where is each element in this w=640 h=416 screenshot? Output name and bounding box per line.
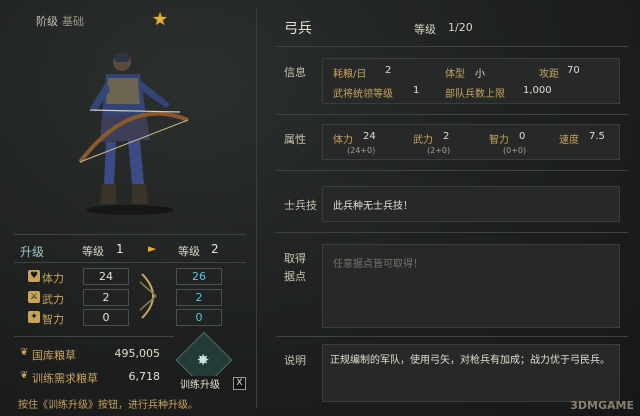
tier-label: 阶级	[36, 15, 58, 28]
attr-intellect-label: 智力	[489, 135, 509, 146]
troop-cap-label: 部队兵数上限	[445, 89, 505, 100]
divider	[14, 234, 246, 235]
hint-text: 按住《训练升级》按钮，进行兵种升级。	[18, 400, 198, 411]
heart-icon: ♥	[28, 270, 40, 282]
wheat-icon: ✸	[196, 351, 210, 369]
grain-per-day-label: 耗粮/日	[333, 69, 367, 80]
skill-text: 此兵种无士兵技！	[333, 201, 413, 212]
acquire-panel: 任意据点皆可取得！	[322, 244, 620, 328]
description-section-label: 说明	[284, 354, 306, 367]
attributes-section-label: 属性	[284, 133, 306, 146]
stat-next-value: 0	[176, 309, 222, 326]
attributes-panel: 体力 24 (24+0) 武力 2 (2+0) 智力 0 (0+0) 速度 7.…	[322, 124, 620, 160]
unit-info-panel: 弓兵 等级 1/20 信息 耗粮/日 2 体型 小 攻距 70 武将统领等级 1…	[258, 0, 640, 416]
divider	[276, 46, 628, 47]
grain-per-day-value: 2	[385, 65, 392, 76]
grain-icon: ❦	[20, 370, 29, 381]
x-key-icon: X	[233, 377, 246, 390]
stat-current-value: 24	[83, 268, 129, 285]
stat-current-value: 2	[83, 289, 129, 306]
divider	[276, 114, 628, 115]
train-upgrade-label[interactable]: 训练升级	[178, 376, 222, 391]
next-level-value: 2	[211, 242, 219, 256]
star-icon: ★	[152, 9, 169, 30]
stat-name: 智力	[42, 313, 64, 326]
attr-stamina-detail: (24+0)	[347, 146, 376, 155]
panel-divider	[256, 8, 257, 408]
acquire-section-label-2: 据点	[284, 270, 306, 283]
attr-intellect-detail: (0+0)	[503, 146, 527, 155]
arrow-right-icon: ►	[148, 242, 157, 255]
resource-name: 训练需求粮草	[32, 372, 98, 385]
acquire-text: 任意据点皆可取得！	[333, 259, 423, 270]
rank-label: 等级	[414, 23, 436, 36]
attr-stamina-label: 体力	[333, 135, 353, 146]
attr-force-value: 2	[443, 131, 450, 142]
body-size-value: 小	[475, 69, 485, 80]
info-section-label: 信息	[284, 66, 306, 79]
attr-intellect-value: 0	[519, 131, 526, 142]
upgrade-row: 升级 等级 1 ► 等级 2	[0, 241, 256, 261]
attr-speed-label: 速度	[559, 135, 579, 146]
sword-icon: ⚔	[28, 291, 40, 303]
archer-portrait	[78, 53, 189, 215]
divider	[276, 170, 628, 171]
resource-name: 国库粮草	[32, 349, 76, 362]
resource-value: 495,005	[114, 347, 161, 360]
attr-speed-value: 7.5	[589, 131, 605, 142]
stat-current-value: 0	[83, 309, 129, 326]
unit-upgrade-panel: 阶级 基础 ★ 升级 等级 1 ► 等级 2 ♥ 体力 24 26 ⚔ 武力 2…	[0, 0, 256, 416]
stat-name: 武力	[42, 293, 64, 306]
divider	[14, 262, 246, 263]
body-size-label: 体型	[445, 69, 465, 80]
attr-force-label: 武力	[413, 135, 433, 146]
divider	[276, 232, 628, 233]
description-text: 正规编制的军队，使用弓矢，对枪兵有加成；战力优于弓民兵。	[330, 355, 610, 366]
stat-next-value: 2	[176, 289, 222, 306]
current-level-value: 1	[116, 242, 124, 256]
attr-force-detail: (2+0)	[427, 146, 451, 155]
upgrade-arrow-icon	[139, 273, 158, 319]
stat-name: 体力	[42, 272, 64, 285]
rank-value: 1/20	[448, 21, 473, 34]
divider	[14, 336, 174, 337]
attack-range-value: 70	[567, 65, 580, 76]
general-level-label: 武将统领等级	[333, 89, 393, 100]
info-panel: 耗粮/日 2 体型 小 攻距 70 武将统领等级 1 部队兵数上限 1,000	[322, 58, 620, 104]
acquire-section-label: 取得	[284, 252, 306, 265]
current-level-label: 等级	[82, 245, 104, 258]
attack-range-label: 攻距	[539, 69, 559, 80]
resource-value: 6,718	[128, 370, 161, 383]
next-level-label: 等级	[178, 245, 200, 258]
general-level-value: 1	[413, 85, 420, 96]
watermark-logo: 3DMGAME	[570, 399, 634, 412]
skill-panel: 此兵种无士兵技！	[322, 186, 620, 222]
brain-icon: ✦	[28, 311, 40, 323]
grain-icon: ❦	[20, 347, 29, 358]
unit-name: 弓兵	[284, 21, 312, 37]
stat-row-intellect: ✦ 智力 0 0	[0, 309, 256, 327]
divider	[276, 336, 628, 337]
tier-value: 基础	[62, 15, 84, 28]
upgrade-title: 升级	[20, 245, 45, 259]
skill-section-label: 士兵技	[284, 199, 317, 212]
stat-row-stamina: ♥ 体力 24 26	[0, 268, 256, 286]
stat-next-value: 26	[176, 268, 222, 285]
troop-cap-value: 1,000	[523, 85, 552, 96]
stat-row-force: ⚔ 武力 2 2	[0, 289, 256, 307]
attr-stamina-value: 24	[363, 131, 376, 142]
